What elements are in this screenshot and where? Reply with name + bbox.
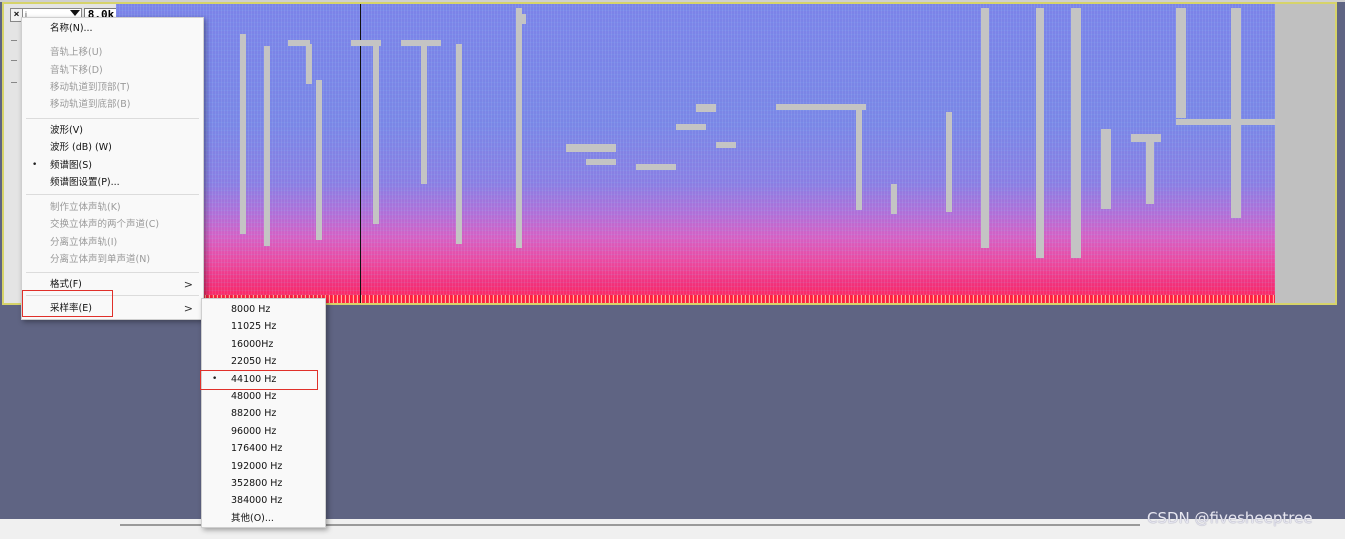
- menu-item-label: 波形(V): [50, 125, 83, 136]
- sample-rate-option[interactable]: 88200 Hz: [202, 405, 325, 422]
- menu-item-label: 频谱图(S): [50, 160, 92, 171]
- sample-rate-label: 176400 Hz: [231, 443, 283, 455]
- sample-rate-label: 192000 Hz: [231, 460, 283, 472]
- spectrogram-text-stroke: [566, 144, 616, 152]
- menu-item-label: 频谱图设置(P)...: [50, 177, 120, 188]
- menu-item[interactable]: 移动轨道到底部(B): [22, 96, 203, 113]
- spectrogram-text-stroke: [456, 44, 462, 244]
- sample-rate-label: 22050 Hz: [231, 356, 277, 368]
- spectrogram-text-stroke: [1101, 129, 1111, 209]
- spectrogram-text-stroke: [1231, 8, 1241, 218]
- spectrogram-text-stroke: [1146, 134, 1154, 204]
- menu-item-label: 音轨上移(U): [50, 47, 103, 58]
- menu-item[interactable]: 制作立体声轨(K): [22, 199, 203, 216]
- menu-item-label: 分离立体声到单声道(N): [50, 254, 151, 265]
- menu-separator: [26, 272, 199, 273]
- sample-rate-label: 8000 Hz: [231, 304, 271, 315]
- spectrogram-text-stroke: [1176, 8, 1186, 118]
- sample-rate-label: 352800 Hz: [231, 478, 283, 489]
- sample-rate-option[interactable]: 22050 Hz: [202, 353, 325, 370]
- spectrogram-text-stroke: [518, 14, 526, 24]
- menu-item[interactable]: 频谱图(S) •: [22, 157, 203, 174]
- menu-item[interactable]: 音轨上移(U): [22, 44, 203, 61]
- sample-rate-option[interactable]: 352800 Hz: [202, 475, 325, 492]
- menu-separator: [26, 118, 199, 119]
- spectrogram-text-stroke: [306, 44, 312, 84]
- menu-item[interactable]: 波形 (dB) (W): [22, 139, 203, 156]
- spectrogram-text-stroke: [1176, 119, 1275, 125]
- spectrogram-text-stroke: [776, 104, 866, 110]
- checked-bullet-icon: •: [32, 160, 38, 170]
- menu-item-label: 音轨下移(D): [50, 65, 103, 76]
- spectrogram-text-stroke: [856, 110, 862, 210]
- menu-item-label: 移动轨道到顶部(T): [50, 82, 130, 93]
- menu-item-label: 名称(N)...: [50, 23, 93, 34]
- spectrogram-text-stroke: [316, 80, 322, 240]
- track-context-menu[interactable]: 名称(N)... 音轨上移(U) 音轨下移(D) 移动轨道到顶部(T) 移动轨道到底部(…: [21, 17, 204, 320]
- track-control-fragment: [11, 40, 17, 41]
- spectrogram-text-stroke: [946, 112, 952, 212]
- sample-rate-option[interactable]: 192000 Hz: [202, 458, 325, 475]
- spectrogram-text-stroke: [373, 44, 379, 224]
- menu-item[interactable]: 交换立体声的两个声道(C): [22, 216, 203, 233]
- menu-item-label: 移动轨道到底部(B): [50, 99, 131, 110]
- sample-rate-option[interactable]: 176400 Hz: [202, 440, 325, 457]
- track-control-fragment: [11, 60, 17, 61]
- playhead-cursor[interactable]: [360, 4, 361, 303]
- sample-rate-label: 48000 Hz: [231, 391, 277, 402]
- menu-item-label: 交换立体声的两个声道(C): [50, 219, 160, 230]
- spectrogram-text-stroke: [421, 44, 427, 184]
- sample-rate-label: 其他(O)...: [231, 512, 274, 524]
- chevron-down-icon[interactable]: [70, 10, 80, 16]
- spectrogram-text-stroke: [716, 142, 736, 148]
- spectrogram-text-stroke: [981, 8, 989, 248]
- menu-item[interactable]: 频谱图设置(P)...: [22, 174, 203, 191]
- track-control-fragment: [11, 82, 17, 83]
- menu-item-label: 分离立体声轨(I): [50, 237, 118, 248]
- spectrogram-view[interactable]: [116, 4, 1275, 303]
- watermark: CSDN @fivesheeptree: [1147, 509, 1313, 527]
- chevron-right-icon: >: [183, 278, 193, 291]
- spectrogram-text-stroke: [264, 46, 270, 246]
- menu-item-label: 制作立体声轨(K): [50, 202, 121, 213]
- spectrogram-text-stroke: [1036, 8, 1044, 258]
- sample-rate-label: 88200 Hz: [231, 408, 277, 420]
- sample-rate-label: 96000 Hz: [231, 425, 277, 437]
- spectrogram-text-stroke: [891, 184, 897, 214]
- menu-item[interactable]: 分离立体声到单声道(N): [22, 251, 203, 268]
- spectrogram-text-stroke: [240, 34, 246, 234]
- sample-rate-option[interactable]: 8000 Hz: [202, 301, 325, 318]
- sample-rate-option[interactable]: 384000 Hz: [202, 492, 325, 509]
- sample-rate-label: 16000Hz: [231, 338, 274, 350]
- track-empty-region: [1275, 4, 1335, 303]
- sample-rate-label: 11025 Hz: [231, 321, 277, 333]
- sample-rate-submenu[interactable]: 8000 Hz 11025 Hz 16000Hz 22050 Hz 44100 Hz • 4…: [200, 298, 326, 528]
- menu-item-label: 格式(F): [50, 279, 82, 290]
- menu-item-label: 波形 (dB) (W): [50, 142, 112, 153]
- sample-rate-option[interactable]: 16000Hz: [202, 336, 325, 353]
- spectrogram-text-stroke: [586, 159, 616, 165]
- spectrogram-text-stroke: [516, 8, 522, 248]
- menu-item[interactable]: 分离立体声轨(I): [22, 234, 203, 251]
- menu-separator: [26, 194, 199, 195]
- spectrogram-text-stroke: [636, 164, 676, 170]
- selected-rate-highlight-box: [200, 370, 318, 390]
- menu-item[interactable]: 名称(N)...: [22, 20, 203, 37]
- menu-item[interactable]: 音轨下移(D): [22, 62, 203, 79]
- chevron-right-icon: >: [183, 302, 193, 315]
- sample-rate-option[interactable]: 11025 Hz: [202, 318, 325, 335]
- menu-item[interactable]: 波形(V): [22, 122, 203, 139]
- sample-rate-option[interactable]: 48000 Hz: [202, 388, 325, 405]
- spectrogram-text-stroke: [676, 124, 706, 130]
- sample-rate-option[interactable]: 其他(O)...: [202, 510, 325, 527]
- spectrogram-text-stroke: [696, 104, 716, 112]
- spectrogram-text-stroke: [1071, 8, 1081, 258]
- sample-rate-option[interactable]: 96000 Hz: [202, 423, 325, 440]
- sample-rate-highlight-box: [22, 290, 113, 317]
- sample-rate-label: 384000 Hz: [231, 495, 283, 507]
- menu-item[interactable]: 移动轨道到顶部(T): [22, 79, 203, 96]
